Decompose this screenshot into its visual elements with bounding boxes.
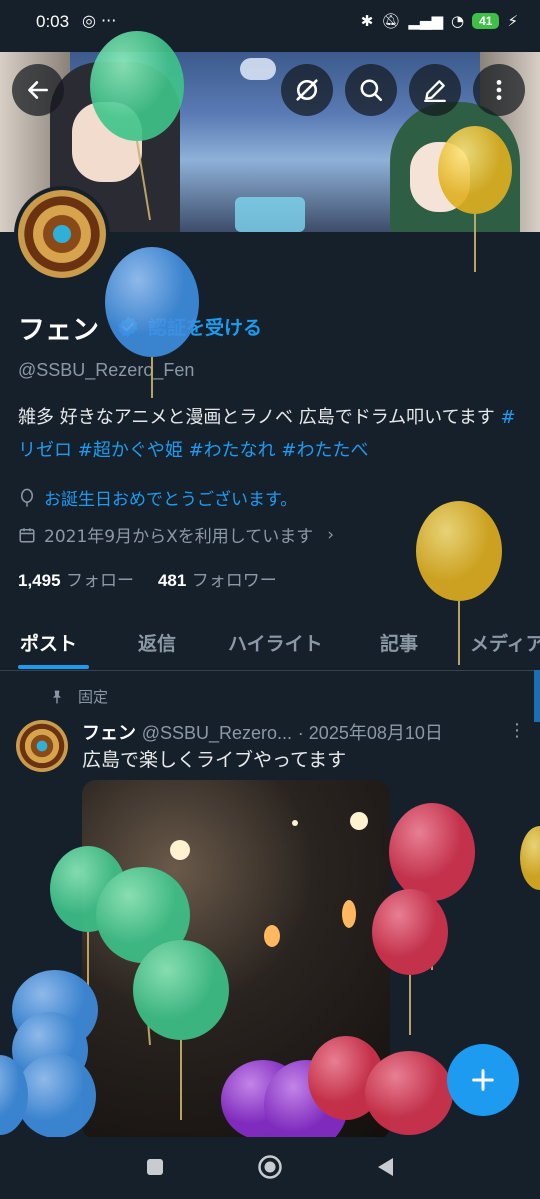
followers-link[interactable]: 481 フォロワー xyxy=(158,566,277,591)
profile-tabs: ポスト 返信 ハイライト 記事 メディア xyxy=(0,615,540,671)
notification-icons: ◎ ··· xyxy=(82,11,117,30)
compose-button[interactable] xyxy=(447,1044,519,1116)
post-more-icon[interactable]: ⋮ xyxy=(508,720,526,741)
post-avatar[interactable] xyxy=(16,720,68,772)
home-icon xyxy=(258,1155,282,1179)
post-header: フェン @SSBU_Rezero... · 2025年08月10日 xyxy=(82,719,443,745)
hashtag-link[interactable]: #超かぐや姫 xyxy=(78,440,183,461)
tab-replies[interactable]: 返信 xyxy=(138,629,176,656)
grok-button[interactable] xyxy=(281,64,333,116)
bio-text: 雑多 好きなアニメと漫画とラノベ 広島でドラム叩いてます xyxy=(18,407,495,428)
back-triangle-icon xyxy=(378,1158,393,1176)
hashtag-link[interactable]: #わたなれ xyxy=(189,440,276,461)
hashtag-link[interactable]: #わたたべ xyxy=(281,440,368,461)
back-button[interactable] xyxy=(12,64,64,116)
status-time: 0:03 xyxy=(36,12,70,31)
pinned-label: 固定 xyxy=(78,688,109,706)
wifi-icon: ◔ xyxy=(451,12,465,30)
post-date: · 2025年08月10日 xyxy=(297,723,443,743)
grok-icon xyxy=(296,79,318,101)
pinned-indicator: 固定 xyxy=(50,686,108,707)
verify-cta[interactable]: 認証を受ける xyxy=(116,313,262,340)
post-media-video[interactable] xyxy=(82,780,390,1140)
more-vertical-icon xyxy=(496,80,502,100)
balloon-icon xyxy=(21,488,33,507)
follow-stats: 1,495 フォロー 481 フォロワー xyxy=(18,566,277,591)
status-bar: 0:03 ◎ ··· ✱ 🔕︎ ▂▄▆ ◔ 41 ⚡︎ xyxy=(0,0,540,48)
home-button[interactable] xyxy=(256,1153,284,1181)
birthday-row[interactable]: お誕生日おめでとうございます。 xyxy=(18,485,297,510)
followers-count: 481 xyxy=(157,571,187,590)
following-link[interactable]: 1,495 フォロー xyxy=(18,566,134,591)
post-author-name[interactable]: フェン xyxy=(82,723,136,744)
verified-badge-icon xyxy=(118,316,138,337)
recents-button[interactable] xyxy=(141,1153,169,1181)
recents-icon xyxy=(147,1159,163,1175)
back-arrow-icon xyxy=(28,81,48,99)
scrollbar-thumb[interactable] xyxy=(534,670,540,722)
back-nav-button[interactable] xyxy=(371,1153,399,1181)
edit-profile-button[interactable] xyxy=(409,64,461,116)
post-text: 広島で楽しくライブやってます xyxy=(82,749,347,771)
chevron-right-icon: › xyxy=(327,524,335,545)
profile-avatar[interactable] xyxy=(14,186,110,282)
plus-icon xyxy=(472,1069,494,1091)
tab-highlights[interactable]: ハイライト xyxy=(228,629,323,656)
following-label: フォロー xyxy=(65,571,134,591)
calendar-icon xyxy=(19,527,35,542)
profile-handle: @SSBU_Rezero_Fen xyxy=(18,360,195,380)
post-author-handle: @SSBU_Rezero... xyxy=(141,723,293,743)
tab-articles[interactable]: 記事 xyxy=(380,629,418,656)
birthday-text[interactable]: お誕生日おめでとうございます。 xyxy=(44,485,297,510)
search-button[interactable] xyxy=(345,64,397,116)
joined-text: 2021年9月からXを利用しています xyxy=(44,527,314,547)
mute-icon: 🔕︎ xyxy=(381,12,401,30)
pin-icon xyxy=(52,690,62,703)
followers-label: フォロワー xyxy=(191,571,277,591)
edit-icon xyxy=(424,80,446,102)
search-icon xyxy=(360,79,382,101)
more-button[interactable] xyxy=(473,64,525,116)
charging-icon: ⚡︎ xyxy=(507,12,518,30)
joined-row[interactable]: 2021年9月からXを利用しています › xyxy=(18,522,334,547)
tab-media[interactable]: メディア xyxy=(470,629,540,656)
signal-icon: ▂▄▆ xyxy=(408,12,443,30)
following-count: 1,495 xyxy=(18,571,61,590)
battery-badge: 41 xyxy=(472,13,500,29)
active-tab-indicator xyxy=(18,665,89,669)
system-nav-bar xyxy=(0,1137,540,1199)
profile-name: フェン xyxy=(18,315,99,346)
profile-bio: 雑多 好きなアニメと漫画とラノベ 広島でドラム叩いてます #リゼロ #超かぐや姫… xyxy=(18,401,523,467)
bluetooth-icon: ✱ xyxy=(360,12,374,30)
status-right-icons: ✱ 🔕︎ ▂▄▆ ◔ 41 ⚡︎ xyxy=(361,12,518,30)
verify-link[interactable]: 認証を受ける xyxy=(148,313,262,340)
tab-posts[interactable]: ポスト xyxy=(20,629,77,656)
